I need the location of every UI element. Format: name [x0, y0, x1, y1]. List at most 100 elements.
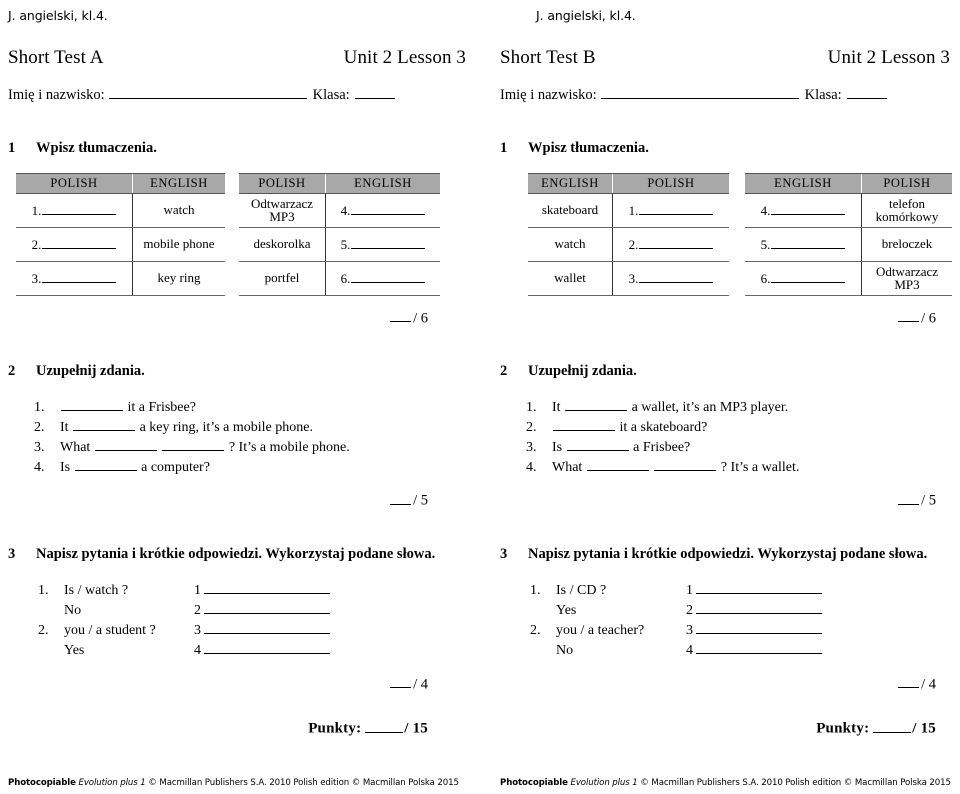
- qa-answer-index: 3: [194, 623, 201, 639]
- sentence-number: 1.: [526, 400, 537, 416]
- answer-blank-cell: 4.: [325, 193, 440, 228]
- student-info-row: Imię i nazwisko: Klasa:: [500, 86, 954, 104]
- sentence-row: 3. What ? It’s a mobile phone.: [34, 438, 466, 458]
- sentence-text: it a Frisbee?: [60, 398, 196, 418]
- answer-gap: [565, 399, 628, 412]
- column-header: POLISH: [612, 172, 729, 194]
- test-half-b: J. angielski, kl.4. Short Test B Unit 2 Le…: [480, 0, 960, 794]
- qa-prompt: Is / CD ?: [556, 582, 607, 598]
- qa-row: Yes 4: [38, 641, 466, 661]
- qa-list-a: 1. Is / watch ? 1 No 2 2. you / a student ? 3 Ye…: [8, 581, 466, 662]
- unit-lesson-a: Unit 2 Lesson 3: [343, 46, 466, 68]
- word-cell: skateboard: [528, 193, 613, 228]
- sentence-number: 2.: [526, 420, 537, 436]
- word-cell: key ring: [132, 261, 225, 296]
- table-row: portfel 6.: [239, 261, 440, 296]
- qa-answer-line: [696, 601, 822, 614]
- sentence-row: 4. What ? It’s a wallet.: [526, 458, 954, 478]
- qa-answer-line: [204, 642, 330, 655]
- blank-number: 5.: [760, 236, 771, 252]
- score-blank: [898, 676, 920, 689]
- punkty-label: Punkty:: [816, 720, 870, 737]
- exercise-number: 2: [8, 363, 16, 380]
- name-label: Imię i nazwisko:: [500, 86, 597, 103]
- blank-line: [42, 271, 117, 283]
- class-label: Klasa:: [312, 86, 350, 103]
- sentence-text: it a skateboard?: [552, 418, 707, 438]
- blank-line: [639, 237, 714, 249]
- total-points-b: Punkty:/ 15: [816, 719, 936, 737]
- exercise-title: Wpisz tłumaczenia.: [36, 139, 157, 156]
- blank-number: 4.: [760, 202, 771, 218]
- exercise-heading-1-b: 1 Wpisz tłumaczenia.: [500, 140, 954, 157]
- answer-gap: [553, 419, 615, 432]
- sentence-number: 3.: [526, 440, 537, 456]
- vocab-table: ENGLISH POLISH 4. telefon komórkowy 5. breloc…: [745, 172, 952, 296]
- word-cell: watch: [528, 227, 613, 262]
- qa-prompt: No: [64, 602, 82, 618]
- vocab-table: POLISH ENGLISH Odtwarzacz MP3 4. deskorolka 5…: [239, 172, 440, 296]
- vocab-tables-b: ENGLISH POLISH skateboard 1. watch 2. wallet 3.…: [500, 172, 954, 296]
- sentence-text: Is a computer?: [60, 459, 210, 476]
- qa-answer-index: 3: [686, 623, 693, 639]
- exercise-score-3-a: / 4: [8, 676, 466, 694]
- blank-line: [351, 271, 426, 283]
- sentence-row: 2. It a key ring, it’s a mobile phone.: [34, 418, 466, 438]
- sentence-text: Is a Frisbee?: [552, 440, 691, 456]
- blank-number: 6.: [760, 270, 771, 286]
- word-cell: portfel: [239, 261, 326, 296]
- qa-answer-line: [204, 601, 330, 614]
- answer-gap: [94, 439, 157, 452]
- qa-answer-index: 2: [686, 602, 693, 618]
- exercise-number: 3: [500, 545, 508, 562]
- qa-number: 1.: [38, 582, 49, 598]
- qa-answer-index: 1: [686, 582, 693, 598]
- column-header: ENGLISH: [325, 172, 440, 194]
- exercise-score-1-a: / 6: [8, 310, 466, 328]
- punkty-blank: [873, 719, 912, 733]
- answer-gap: [74, 459, 137, 472]
- score-blank: [898, 310, 920, 323]
- worksheet-page: J. angielski, kl.4. Short Test A Unit 2 Le…: [0, 0, 960, 794]
- answer-blank-cell: 4.: [745, 193, 862, 228]
- sentence-number: 1.: [34, 400, 45, 416]
- qa-prompt: you / a student ?: [64, 623, 156, 639]
- qa-row: 2. you / a student ? 3: [38, 621, 466, 641]
- footer-photocopiable: Photocopiable: [500, 777, 568, 788]
- qa-answer-index: 4: [686, 643, 693, 659]
- score-blank: [390, 676, 412, 689]
- sentence-text: What ? It’s a mobile phone.: [60, 439, 350, 456]
- blank-number: 2.: [31, 236, 42, 252]
- table-row: 6. Odtwarzacz MP3: [745, 261, 952, 296]
- word-cell: telefon komórkowy: [861, 193, 952, 228]
- blank-number: 2.: [628, 236, 639, 252]
- exercise-title: Wpisz tłumaczenia.: [528, 139, 649, 156]
- word-cell: deskorolka: [239, 227, 326, 262]
- blank-number: 5.: [340, 236, 351, 252]
- word-cell: watch: [132, 193, 225, 228]
- sentence-number: 3.: [34, 440, 45, 456]
- table-row: 2. mobile phone: [16, 227, 225, 262]
- column-header: POLISH: [239, 172, 326, 194]
- qa-row: No 4: [530, 641, 954, 661]
- blank-number: 4.: [340, 202, 351, 218]
- exercise-heading-2-a: 2 Uzupełnij zdania.: [8, 363, 466, 380]
- word-cell: breloczek: [861, 227, 952, 262]
- column-header: ENGLISH: [528, 172, 613, 194]
- sentence-number: 4.: [34, 460, 45, 476]
- name-label: Imię i nazwisko:: [8, 86, 105, 103]
- sentence-row: 1. It a wallet, it’s an MP3 player.: [526, 398, 954, 418]
- footer-series-title: Evolution plus 1: [567, 777, 641, 788]
- punkty-label: Punkty:: [308, 720, 362, 737]
- footer-copyright-text: © Macmillan Publishers S.A. 2010 Polish …: [148, 777, 459, 788]
- exercise-title: Uzupełnij zdania.: [36, 363, 145, 380]
- footer-photocopiable: Photocopiable: [8, 777, 76, 788]
- qa-prompt: Yes: [556, 602, 577, 618]
- sentence-row: 2. it a skateboard?: [526, 418, 954, 438]
- exercise-title: Napisz pytania i krótkie odpowiedzi. Wyk…: [528, 545, 928, 562]
- exercise-title: Napisz pytania i krótkie odpowiedzi. Wyk…: [36, 545, 436, 562]
- table-row: 5. breloczek: [745, 227, 952, 262]
- qa-number: 2.: [38, 623, 49, 639]
- test-title-b: Short Test B: [500, 46, 596, 68]
- table-row: 4. telefon komórkowy: [745, 193, 952, 228]
